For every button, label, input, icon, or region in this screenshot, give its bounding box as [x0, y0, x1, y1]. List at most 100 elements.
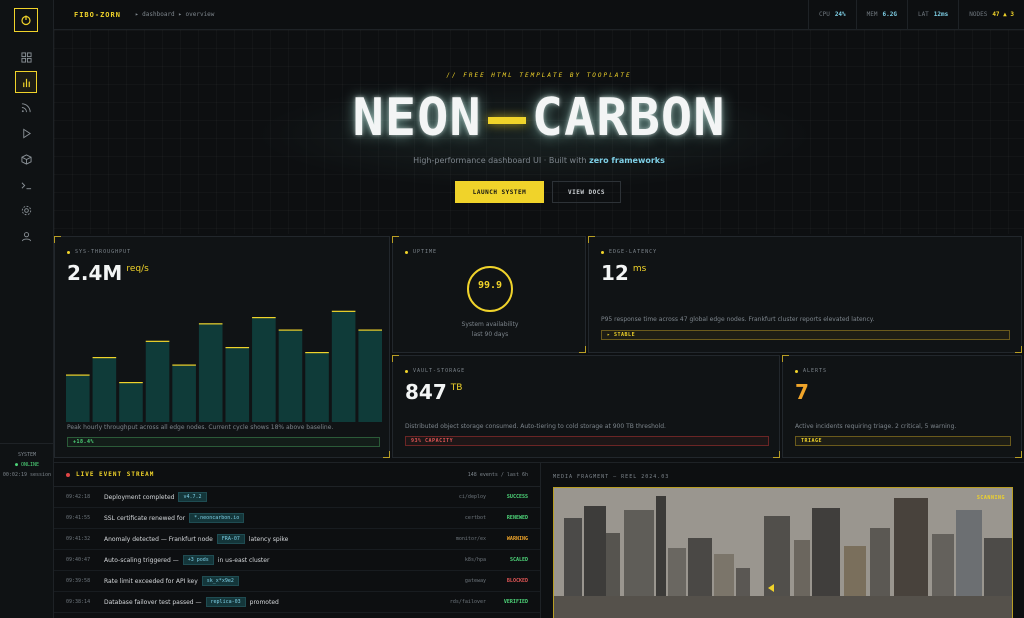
throughput-bar-cap: [278, 329, 303, 331]
event-row[interactable]: 09:39:58 Rate limit exceeded for API key s…: [54, 571, 540, 592]
latency-desc: P95 response time across 47 global edge …: [601, 316, 875, 323]
card-label: ALERTS: [795, 368, 827, 374]
media-panel: MEDIA FRAGMENT — REEL 2024.03 SCANNING: [540, 462, 1024, 618]
alerts-card: ALERTS 7 Active incidents requiring tria…: [782, 355, 1022, 458]
power-logo-icon[interactable]: [14, 8, 38, 32]
throughput-bar: [225, 347, 250, 422]
throughput-tag: +18.4%: [67, 437, 380, 447]
event-chip: +3 pods: [182, 555, 214, 565]
breadcrumb[interactable]: ▸ dashboard ▸ overview: [135, 11, 214, 18]
live-dot-icon: [66, 472, 70, 477]
sidebar: SYSTEM ● ONLINE 00:02:19 session: [0, 0, 54, 618]
hero-title-right: CARBON: [531, 88, 726, 148]
throughput-bar-cap: [252, 317, 276, 319]
brand-name[interactable]: FIBO-ZORN: [74, 11, 121, 19]
event-stream-title: LIVE EVENT STREAM: [66, 471, 154, 478]
event-time: 09:42:18: [66, 494, 91, 500]
event-message: Rate limit exceeded for API key sk_x*x9e2: [104, 576, 406, 586]
event-chip: v4.7.2: [178, 492, 207, 502]
event-source: k8s/hpa: [464, 557, 486, 563]
event-message: Database failover test passed — replica-0…: [104, 597, 279, 607]
throughput-bar: [145, 340, 170, 422]
event-status: BLOCKED: [506, 578, 528, 584]
throughput-bar-cap: [305, 352, 329, 354]
alerts-value: 7: [795, 380, 809, 404]
event-status: VERIFIED: [503, 599, 528, 605]
throughput-bar-cap: [172, 364, 196, 366]
nodes-stat: NODES 47 ▲ 3: [958, 0, 1024, 30]
launch-system-button[interactable]: LAUNCH SYSTEM: [455, 181, 544, 203]
online-indicator: ● ONLINE: [14, 462, 40, 468]
event-time: 09:41:32: [66, 536, 91, 542]
alerts-tag: TRIAGE: [795, 436, 1011, 446]
media-title: MEDIA FRAGMENT — REEL 2024.03: [553, 474, 670, 480]
session-timer: 00:02:19 session: [2, 472, 52, 478]
throughput-desc: Peak hourly throughput across all edge n…: [67, 424, 334, 431]
throughput-bar: [252, 317, 276, 422]
throughput-bar-cap: [225, 347, 250, 349]
settings-icon[interactable]: [15, 199, 37, 221]
card-label: VAULT-STORAGE: [405, 368, 465, 374]
live-event-stream: LIVE EVENT STREAM 148 events / last 6h 0…: [54, 462, 540, 618]
event-row[interactable]: 09:41:32 Anomaly detected — Frankfurt nod…: [54, 529, 540, 550]
terminal-icon[interactable]: [15, 174, 37, 196]
throughput-bar-cap: [66, 374, 90, 376]
latency-card: EDGE-LATENCY 12 ms P95 response time acro…: [588, 236, 1022, 353]
throughput-bar-cap: [331, 310, 356, 312]
alerts-desc: Active incidents requiring triage. 2 cri…: [795, 423, 957, 430]
throughput-bar: [172, 364, 196, 422]
throughput-bar-cap: [358, 329, 382, 331]
throughput-value: 2.4M req/s: [67, 261, 149, 285]
event-time: 09:38:14: [66, 599, 91, 605]
hero-title-left: NEON: [352, 88, 482, 148]
chart-icon[interactable]: [15, 71, 37, 93]
event-source: certbot: [464, 515, 486, 521]
feed-icon[interactable]: [15, 96, 37, 118]
event-status: WARNING: [506, 536, 528, 542]
throughput-bar: [278, 329, 303, 422]
view-docs-button[interactable]: VIEW DOCS: [552, 181, 621, 203]
card-label: SYS-THROUGHPUT: [67, 249, 131, 255]
event-chip: replica-03: [205, 597, 246, 607]
event-chip: sk_x*x9e2: [201, 576, 239, 586]
uptime-period: last 90 days: [471, 331, 509, 338]
city-skyline-image: SCANNING: [553, 487, 1013, 618]
event-row[interactable]: 09:40:47 Auto-scaling triggered — +3 pods i…: [54, 550, 540, 571]
play-icon[interactable]: [15, 122, 37, 144]
hero-tagline: // FREE HTML TEMPLATE BY TOOPLATE: [446, 72, 632, 79]
storage-tag: 93% CAPACITY: [405, 436, 769, 446]
event-source: ci/deploy: [458, 494, 486, 500]
user-icon[interactable]: [15, 225, 37, 247]
card-label: UPTIME: [405, 249, 437, 255]
storage-desc: Distributed object storage consumed. Aut…: [405, 423, 666, 430]
event-time: 09:40:47: [66, 557, 91, 563]
throughput-bar: [119, 382, 143, 422]
event-source: monitor/ex: [455, 536, 486, 542]
event-message: Anomaly detected — Frankfurt node FRA-07 l…: [104, 534, 289, 544]
uptime-desc: System availability: [461, 321, 519, 328]
throughput-bar-cap: [119, 382, 143, 384]
event-source: gateway: [464, 578, 486, 584]
event-time: 09:39:58: [66, 578, 91, 584]
latency-value: 12 ms: [601, 261, 647, 285]
event-message: Auto-scaling triggered — +3 pods in us-eas…: [104, 555, 270, 565]
throughput-bar-cap: [92, 357, 117, 359]
uptime-card: UPTIME 99.9 System availability last 90 …: [392, 236, 586, 353]
hero-section: // FREE HTML TEMPLATE BY TOOPLATE NEON C…: [54, 30, 1024, 234]
hero-dash: [487, 116, 526, 124]
event-status: RENEWED: [506, 515, 528, 521]
scanning-badge: SCANNING: [976, 495, 1005, 501]
cube-icon[interactable]: [15, 148, 37, 170]
event-row[interactable]: 09:38:14 Database failover test passed — r…: [54, 592, 540, 613]
event-row[interactable]: 09:42:18 Deployment completed v4.7.2 ci/dep…: [54, 487, 540, 508]
throughput-bar: [305, 352, 329, 422]
throughput-bar: [331, 310, 356, 422]
system-label: SYSTEM: [17, 452, 37, 458]
throughput-bar: [92, 357, 117, 422]
event-source: rds/failover: [449, 599, 486, 605]
throughput-bar-cap: [145, 340, 170, 342]
grid-icon[interactable]: [15, 46, 37, 68]
event-row[interactable]: 09:41:55 SSL certificate renewed for *.neo…: [54, 508, 540, 529]
event-status: SCALED: [509, 557, 528, 563]
event-time: 09:41:55: [66, 515, 91, 521]
